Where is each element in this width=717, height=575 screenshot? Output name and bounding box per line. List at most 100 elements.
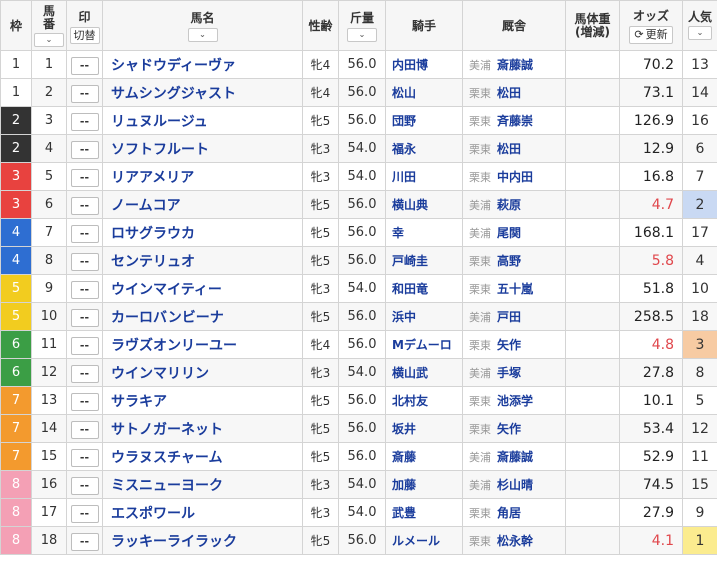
trainer-link[interactable]: 斉藤崇 [497,114,533,128]
mark-select[interactable]: -- [70,85,99,103]
body-weight [565,134,620,163]
stable-cell: 栗東 松田 [462,78,566,107]
trainer-link[interactable]: 中内田 [497,170,533,184]
chevron-down-icon[interactable]: ⌄ [688,26,712,40]
horse-name-link[interactable]: ラヴズオンリーユー [102,330,303,359]
trainer-link[interactable]: 池添学 [497,394,533,408]
stable-cell: 美浦 手塚 [462,358,566,387]
sex-age: 牝5 [302,302,339,331]
horse-name-link[interactable]: シャドウディーヴァ [102,50,303,79]
mark-toggle-button[interactable]: 切替 [69,26,100,44]
table-row: 2 3 -- リュヌルージュ 牝5 56.0 団野 栗東 斉藤崇 126.9 16 [0,106,717,135]
stable-cell: 美浦 杉山晴 [462,470,566,499]
jockey-link[interactable]: 松山 [385,78,463,107]
horse-name-link[interactable]: サトノガーネット [102,414,303,443]
mark-select[interactable]: -- [70,225,99,243]
horse-name-link[interactable]: ウラヌスチャーム [102,442,303,471]
carried-weight: 54.0 [338,498,386,527]
trainer-link[interactable]: 尾関 [497,226,521,240]
trainer-link[interactable]: 高野 [497,254,521,268]
jockey-link[interactable]: ルメール [385,526,463,555]
sex-age: 牝3 [302,358,339,387]
horse-name-link[interactable]: ロサグラウカ [102,218,303,247]
trainer-link[interactable]: 斎藤誠 [497,450,533,464]
trainer-link[interactable]: 角居 [497,506,521,520]
horse-name-link[interactable]: カーロバンビーナ [102,302,303,331]
jockey-link[interactable]: 戸崎圭 [385,246,463,275]
mark-select[interactable]: -- [70,421,99,439]
mark-select[interactable]: -- [70,337,99,355]
horse-name-link[interactable]: ノームコア [102,190,303,219]
mark-cell: -- [66,218,103,247]
header-waku-label: 枠 [9,19,22,33]
horse-name-link[interactable]: サムシングジャスト [102,78,303,107]
jockey-link[interactable]: 横山典 [385,190,463,219]
mark-select[interactable]: -- [70,169,99,187]
mark-cell: -- [66,106,103,135]
mark-select[interactable]: -- [70,477,99,495]
mark-select[interactable]: -- [70,113,99,131]
jockey-link[interactable]: 横山武 [385,358,463,387]
jockey-link[interactable]: 浜中 [385,302,463,331]
jockey-link[interactable]: 団野 [385,106,463,135]
stable-affiliation: 栗東 [469,507,491,520]
chevron-down-icon[interactable]: ⌄ [187,28,218,42]
mark-cell: -- [66,50,103,79]
horse-name-link[interactable]: リアアメリア [102,162,303,191]
sex-age: 牝5 [302,414,339,443]
mark-select[interactable]: -- [70,253,99,271]
jockey-link[interactable]: 斎藤 [385,442,463,471]
trainer-link[interactable]: 手塚 [497,366,521,380]
jockey-link[interactable]: Mデムーロ [385,330,463,359]
update-odds-button[interactable]: ⟳ 更新 [629,26,673,44]
mark-select[interactable]: -- [70,449,99,467]
mark-select[interactable]: -- [70,365,99,383]
trainer-link[interactable]: 五十嵐 [497,282,533,296]
horse-name-link[interactable]: ラッキーライラック [102,526,303,555]
trainer-link[interactable]: 松永幹 [497,534,533,548]
stable-affiliation: 栗東 [469,171,491,184]
horse-name-link[interactable]: ウインマリリン [102,358,303,387]
header-sexage: 性齢 [302,0,339,51]
table-row: 6 11 -- ラヴズオンリーユー 牝4 56.0 Mデムーロ 栗東 矢作 4.8 3 [0,330,717,359]
horse-name-link[interactable]: センテリュオ [102,246,303,275]
horse-name-link[interactable]: リュヌルージュ [102,106,303,135]
jockey-link[interactable]: 川田 [385,162,463,191]
trainer-link[interactable]: 松田 [497,86,521,100]
horse-name-link[interactable]: ミスニューヨーク [102,470,303,499]
trainer-link[interactable]: 矢作 [497,422,521,436]
horse-name-link[interactable]: エスポワール [102,498,303,527]
mark-select[interactable]: -- [70,57,99,75]
chevron-down-icon[interactable]: ⌄ [347,28,377,42]
trainer-link[interactable]: 萩原 [497,198,521,212]
trainer-link[interactable]: 斎藤誠 [497,58,533,72]
stable-affiliation: 栗東 [469,283,491,296]
trainer-link[interactable]: 松田 [497,142,521,156]
jockey-link[interactable]: 福永 [385,134,463,163]
jockey-link[interactable]: 坂井 [385,414,463,443]
mark-select[interactable]: -- [70,197,99,215]
body-weight [565,162,620,191]
mark-select[interactable]: -- [70,393,99,411]
mark-select[interactable]: -- [70,505,99,523]
mark-select[interactable]: -- [70,309,99,327]
trainer-link[interactable]: 戸田 [497,310,521,324]
horse-name-link[interactable]: サラキア [102,386,303,415]
body-weight [565,414,620,443]
horse-name-link[interactable]: ソフトフルート [102,134,303,163]
jockey-link[interactable]: 和田竜 [385,274,463,303]
mark-select[interactable]: -- [70,281,99,299]
trainer-link[interactable]: 杉山晴 [497,478,533,492]
jockey-link[interactable]: 幸 [385,218,463,247]
trainer-link[interactable]: 矢作 [497,338,521,352]
stable-cell: 栗東 角居 [462,498,566,527]
mark-select[interactable]: -- [70,141,99,159]
jockey-link[interactable]: 北村友 [385,386,463,415]
jockey-link[interactable]: 加藤 [385,470,463,499]
table-row: 7 13 -- サラキア 牝5 56.0 北村友 栗東 池添学 10.1 5 [0,386,717,415]
mark-select[interactable]: -- [70,533,99,551]
horse-name-link[interactable]: ウインマイティー [102,274,303,303]
jockey-link[interactable]: 武豊 [385,498,463,527]
jockey-link[interactable]: 内田博 [385,50,463,79]
chevron-down-icon[interactable]: ⌄ [34,32,64,47]
